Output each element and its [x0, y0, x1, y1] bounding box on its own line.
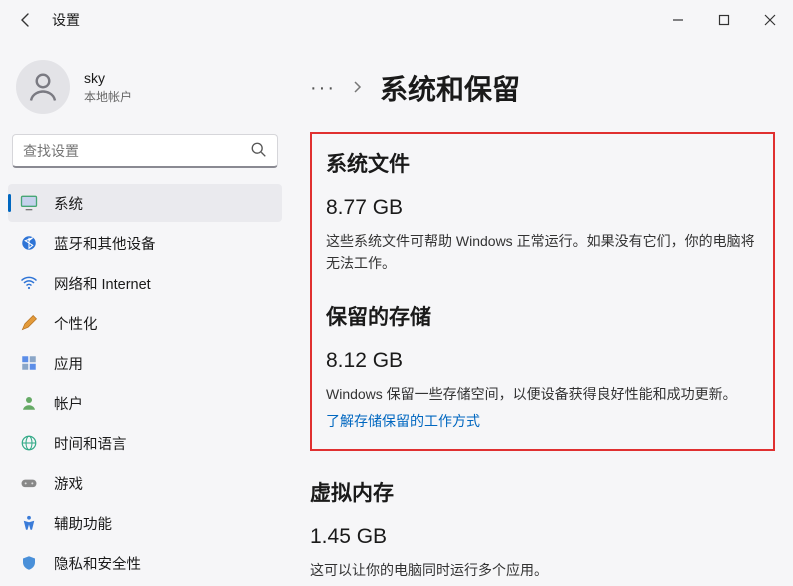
apps-icon — [18, 352, 40, 374]
sidebar-item-bluetooth[interactable]: 蓝牙和其他设备 — [8, 224, 282, 262]
sidebar-item-label: 应用 — [54, 353, 83, 374]
window-title: 设置 — [52, 10, 80, 30]
sidebar-item-network[interactable]: 网络和 Internet — [8, 264, 282, 302]
sidebar-item-label: 时间和语言 — [54, 433, 127, 454]
sidebar-item-label: 系统 — [54, 193, 83, 214]
section-virtual-memory: 虚拟内存 1.45 GB 这可以让你的电脑同时运行多个应用。 — [310, 477, 775, 581]
person-icon — [18, 392, 40, 414]
sidebar-item-label: 网络和 Internet — [54, 273, 151, 294]
system-files-desc: 这些系统文件可帮助 Windows 正常运行。如果没有它们，你的电脑将无法工作。 — [326, 230, 759, 275]
search-input[interactable] — [12, 134, 278, 168]
reserved-desc: Windows 保留一些存储空间，以便设备获得良好性能和成功更新。 — [326, 383, 759, 405]
main-content: ··· 系统和保留 系统文件 8.77 GB 这些系统文件可帮助 Windows… — [290, 40, 793, 586]
sidebar-item-label: 游戏 — [54, 473, 83, 494]
reserved-size: 8.12 GB — [326, 349, 759, 373]
sidebar-item-label: 隐私和安全性 — [54, 553, 141, 574]
gamepad-icon — [18, 472, 40, 494]
chevron-right-icon — [352, 80, 364, 96]
shield-icon — [18, 552, 40, 574]
virtual-memory-desc: 这可以让你的电脑同时运行多个应用。 — [310, 559, 775, 581]
accessibility-icon — [18, 512, 40, 534]
sidebar-item-apps[interactable]: 应用 — [8, 344, 282, 382]
minimize-button[interactable] — [655, 0, 701, 40]
maximize-button[interactable] — [701, 0, 747, 40]
account-type: 本地帐户 — [84, 88, 132, 105]
brush-icon — [18, 312, 40, 334]
section-reserved-storage: 保留的存储 8.12 GB Windows 保留一些存储空间，以便设备获得良好性… — [326, 301, 759, 431]
sidebar-item-label: 蓝牙和其他设备 — [54, 233, 156, 254]
breadcrumb: ··· 系统和保留 — [310, 68, 775, 108]
section-system-files: 系统文件 8.77 GB 这些系统文件可帮助 Windows 正常运行。如果没有… — [326, 148, 759, 275]
breadcrumb-more-icon[interactable]: ··· — [310, 77, 336, 100]
avatar — [16, 60, 70, 114]
sidebar-item-label: 辅助功能 — [54, 513, 112, 534]
sidebar-item-personalization[interactable]: 个性化 — [8, 304, 282, 342]
section-title: 虚拟内存 — [310, 477, 775, 507]
close-button[interactable] — [747, 0, 793, 40]
sidebar-item-accessibility[interactable]: 辅助功能 — [8, 504, 282, 542]
page-title: 系统和保留 — [380, 68, 520, 108]
section-title: 保留的存储 — [326, 301, 759, 331]
sidebar-item-privacy[interactable]: 隐私和安全性 — [8, 544, 282, 582]
back-button[interactable] — [12, 6, 40, 34]
nav-list: 系统 蓝牙和其他设备 网络和 Internet 个性化 应用 帐户 — [8, 184, 282, 582]
highlighted-region: 系统文件 8.77 GB 这些系统文件可帮助 Windows 正常运行。如果没有… — [310, 132, 775, 451]
account-name: sky — [84, 70, 132, 86]
sidebar-item-label: 个性化 — [54, 313, 98, 334]
account-block[interactable]: sky 本地帐户 — [8, 46, 282, 134]
titlebar: 设置 — [0, 0, 793, 40]
reserved-learn-more-link[interactable]: 了解存储保留的工作方式 — [326, 411, 480, 431]
sidebar-item-time-language[interactable]: 时间和语言 — [8, 424, 282, 462]
system-icon — [18, 192, 40, 214]
wifi-icon — [18, 272, 40, 294]
sidebar-item-gaming[interactable]: 游戏 — [8, 464, 282, 502]
search-icon — [250, 141, 268, 162]
sidebar-item-accounts[interactable]: 帐户 — [8, 384, 282, 422]
section-title: 系统文件 — [326, 148, 759, 178]
sidebar-item-label: 帐户 — [54, 393, 83, 414]
sidebar-item-system[interactable]: 系统 — [8, 184, 282, 222]
globe-icon — [18, 432, 40, 454]
sidebar: sky 本地帐户 系统 蓝牙和其他设备 网络和 Internet — [0, 40, 290, 586]
virtual-memory-size: 1.45 GB — [310, 525, 775, 549]
system-files-size: 8.77 GB — [326, 196, 759, 220]
bluetooth-icon — [18, 232, 40, 254]
